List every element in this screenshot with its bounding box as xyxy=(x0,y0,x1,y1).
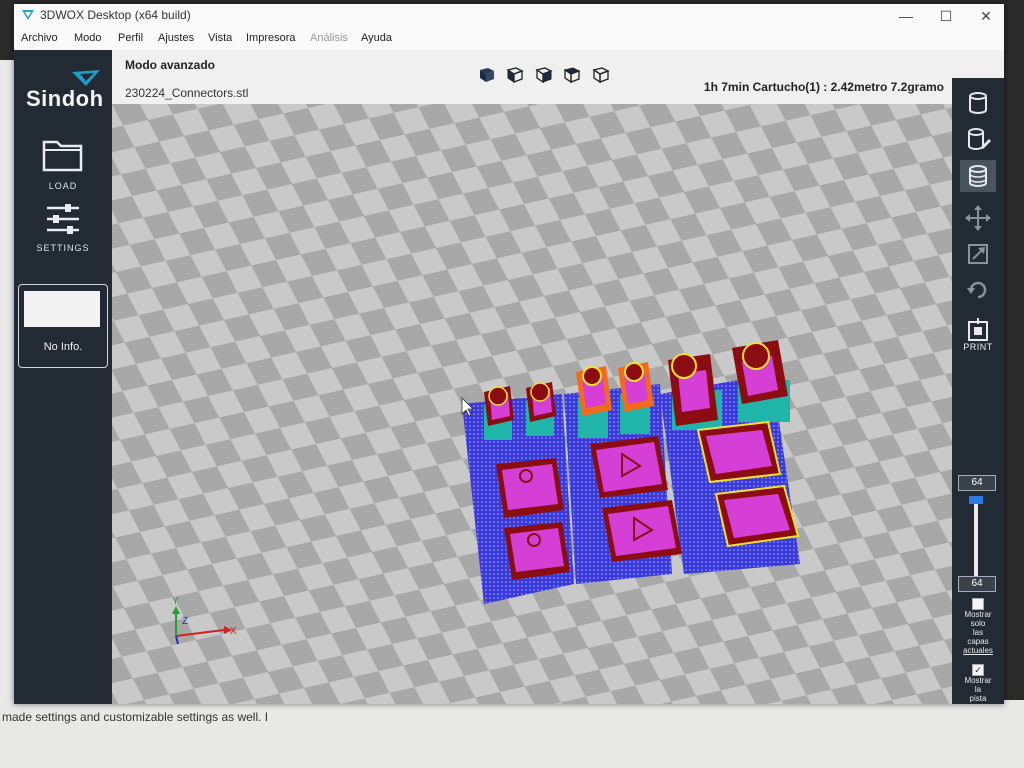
brand-logo: Sindoh xyxy=(26,86,104,111)
window-title: 3DWOX Desktop (x64 build) xyxy=(40,8,191,22)
only-current-layers-label: Mostrar solo las capas actuales xyxy=(963,610,993,655)
view-top-icon[interactable] xyxy=(561,64,581,84)
menu-ajustes[interactable]: Ajustes xyxy=(158,32,194,44)
app-window: 3DWOX Desktop (x64 build) — ☐ ✕ Archivo … xyxy=(14,4,1004,704)
menu-archivo[interactable]: Archivo xyxy=(21,32,58,44)
load-button[interactable]: LOAD xyxy=(28,136,98,191)
print-estimate: 1h 7min Cartucho(1) : 2.42metro 7.2gramo xyxy=(703,80,944,94)
axis-y-label: Y xyxy=(172,596,179,607)
maximize-button[interactable]: ☐ xyxy=(926,6,966,26)
app-logo-icon xyxy=(22,10,34,20)
view-iso-icon[interactable] xyxy=(590,64,610,84)
menu-analisis[interactable]: Análisis xyxy=(310,32,348,44)
sliders-icon xyxy=(47,204,79,234)
view-front-icon[interactable] xyxy=(504,64,525,84)
printer-info-text: No Info. xyxy=(43,341,83,353)
menu-vista[interactable]: Vista xyxy=(208,32,232,44)
layer-current-field[interactable]: 64 xyxy=(958,576,996,592)
layer-max-field[interactable]: 64 xyxy=(958,475,996,491)
material-edit-icon[interactable] xyxy=(960,124,996,156)
axis-x-label: X xyxy=(230,626,237,637)
menu-modo[interactable]: Modo xyxy=(74,32,102,44)
background-desk xyxy=(0,60,14,700)
mode-label: Modo avanzado xyxy=(125,58,216,72)
layers-icon[interactable] xyxy=(960,160,996,192)
menu-bar: Archivo Modo Perfil Ajustes Vista Impres… xyxy=(14,28,1004,50)
file-name: 230224_Connectors.stl xyxy=(125,86,249,100)
view-side-icon[interactable] xyxy=(533,64,553,84)
title-bar: 3DWOX Desktop (x64 build) — ☐ ✕ xyxy=(14,4,1004,28)
right-toolbar: PRINT 64 64 Mostrar solo las capas actua… xyxy=(952,78,1004,704)
settings-label: SETTINGS xyxy=(36,243,90,253)
printer-info-card[interactable]: No Info. xyxy=(18,284,108,368)
layer-slider-handle[interactable] xyxy=(969,496,983,504)
printer-thumbnail xyxy=(24,291,100,327)
only-current-layers-checkbox[interactable] xyxy=(972,598,984,610)
left-sidebar: Sindoh LOAD SETTINGS No Info. xyxy=(14,50,112,704)
minimize-button[interactable]: — xyxy=(886,6,926,26)
scale-icon[interactable] xyxy=(960,238,996,270)
build-plate-viewport[interactable]: X Y Z xyxy=(112,104,952,704)
background-text: made settings and customizable settings … xyxy=(2,710,269,724)
menu-perfil[interactable]: Perfil xyxy=(118,32,143,44)
view-solid-icon[interactable] xyxy=(476,64,496,84)
close-button[interactable]: ✕ xyxy=(966,6,1006,26)
rotate-icon[interactable] xyxy=(960,274,996,306)
menu-ayuda[interactable]: Ayuda xyxy=(361,32,392,44)
move-icon[interactable] xyxy=(960,202,996,234)
settings-button[interactable]: SETTINGS xyxy=(28,202,98,253)
show-track-label: Mostrar la pista xyxy=(964,676,992,703)
view-cube-toolbar xyxy=(476,64,614,89)
layer-slider-track[interactable] xyxy=(974,504,978,576)
cylinder-icon[interactable] xyxy=(960,88,996,120)
load-label: LOAD xyxy=(48,181,78,191)
build-plate-canvas[interactable]: X Y Z xyxy=(112,104,952,704)
folder-icon xyxy=(42,140,83,172)
print-label: PRINT xyxy=(963,342,993,352)
axis-z-label: Z xyxy=(182,616,188,627)
menu-impresora[interactable]: Impresora xyxy=(246,32,296,44)
show-track-checkbox[interactable]: ✓ xyxy=(972,664,984,676)
